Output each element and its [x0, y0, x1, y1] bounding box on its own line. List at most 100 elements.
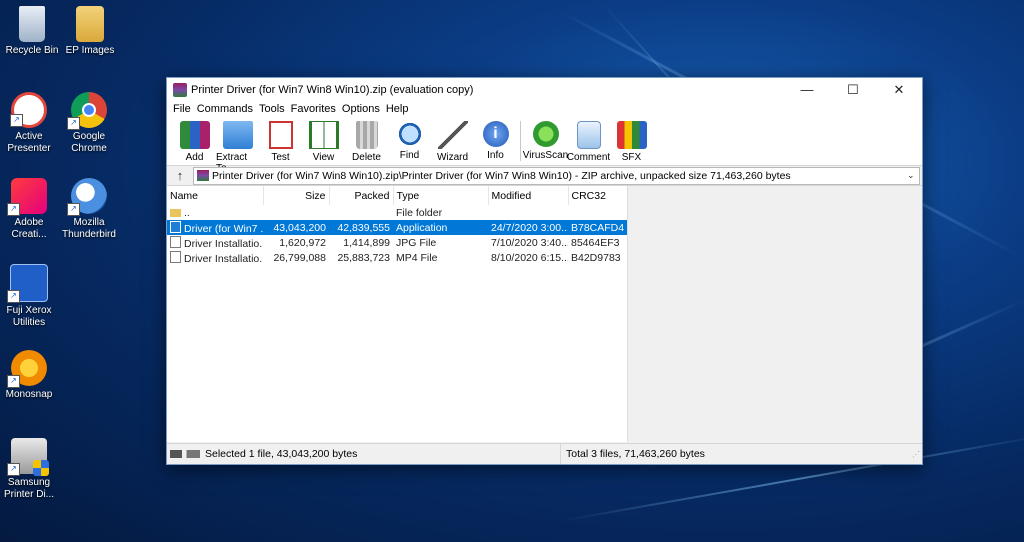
test-checklist-icon [268, 121, 293, 149]
row-size [263, 205, 329, 220]
menu-favorites[interactable]: Favorites [288, 103, 339, 115]
row-crc [568, 205, 627, 220]
desktop-icon-thunderbird[interactable]: ↗ Mozilla Thunderbird [57, 178, 121, 241]
table-row[interactable]: Driver Installatio... 1,620,972 1,414,89… [167, 235, 627, 250]
comment-button[interactable]: Comment [567, 117, 610, 163]
menu-help[interactable]: Help [383, 103, 412, 115]
file-list-area: Name Size Packed Type Modified CRC32 .. … [167, 186, 922, 442]
test-button[interactable]: Test [259, 117, 302, 163]
menu-tools[interactable]: Tools [256, 103, 288, 115]
desktop-icon-label: Active Presenter [7, 131, 51, 154]
path-bar: ↑ Printer Driver (for Win7 Win8 Win10).z… [167, 166, 922, 186]
tool-label: View [312, 152, 335, 163]
extract-to-button[interactable]: Extract To [216, 117, 259, 174]
row-type: JPG File [396, 236, 437, 249]
view-button[interactable]: View [302, 117, 345, 163]
desktop-icon-label: Adobe Creati... [11, 217, 47, 240]
samsung-printer-icon: ↗ [7, 438, 49, 476]
shortcut-arrow-icon: ↗ [7, 203, 20, 216]
row-crc: 85464EF3 [571, 236, 620, 249]
desktop-icon-adobe-cc[interactable]: ↗ Adobe Creati... [0, 178, 61, 241]
find-button[interactable]: Find [388, 117, 431, 161]
row-packed: 25,883,723 [337, 251, 390, 264]
extract-folder-icon [222, 121, 253, 149]
window-title: Printer Driver (for Win7 Win8 Win10).zip… [191, 83, 474, 96]
desktop-icon-label: Monosnap [5, 389, 53, 400]
sfx-button[interactable]: SFX [610, 117, 653, 163]
comment-icon [576, 121, 601, 149]
menu-options[interactable]: Options [339, 103, 383, 115]
column-modified[interactable]: Modified [488, 186, 569, 205]
close-button[interactable]: ✕ [876, 78, 922, 101]
desktop-icon-label: Mozilla Thunderbird [62, 217, 116, 240]
desktop-icon-recycle-bin[interactable]: Recycle Bin [0, 6, 64, 57]
video-file-icon [170, 250, 181, 263]
add-button[interactable]: Add [173, 117, 216, 163]
row-crc: B42D9783 [571, 251, 621, 264]
menu-commands[interactable]: Commands [194, 103, 256, 115]
tool-label: Wizard [436, 152, 469, 163]
tool-label: Add [185, 152, 204, 163]
drive-key-icon[interactable] [170, 450, 200, 458]
row-name: .. [184, 206, 190, 219]
row-type: MP4 File [396, 251, 438, 264]
winrar-app-icon [173, 82, 187, 97]
table-row[interactable]: .. File folder [167, 205, 627, 220]
desktop-icon-label: Recycle Bin [5, 45, 59, 56]
row-type: File folder [396, 206, 443, 219]
desktop-icon-samsung-printer[interactable]: ↗ Samsung Printer Di... [0, 438, 61, 501]
column-header-row: Name Size Packed Type Modified CRC32 [167, 186, 628, 205]
add-archive-icon [179, 121, 210, 149]
status-total: Total 3 files, 71,463,260 bytes [560, 444, 912, 464]
column-size[interactable]: Size [263, 186, 330, 205]
desktop-icon-fuji-xerox[interactable]: ↗ Fuji Xerox Utilities [0, 264, 61, 329]
title-bar[interactable]: Printer Driver (for Win7 Win8 Win10).zip… [167, 78, 922, 101]
menu-file[interactable]: File [170, 103, 194, 115]
row-packed: 42,839,555 [329, 220, 393, 235]
path-field[interactable]: Printer Driver (for Win7 Win8 Win10).zip… [193, 166, 920, 185]
active-presenter-icon: ↗ [10, 92, 47, 128]
tool-label: VirusScan [522, 150, 569, 161]
virusscan-button[interactable]: VirusScan [522, 117, 569, 161]
maximize-button[interactable]: ☐ [830, 78, 876, 101]
row-size: 43,043,200 [263, 220, 329, 235]
adobe-cc-icon: ↗ [7, 178, 47, 216]
minimize-button[interactable]: — [784, 78, 830, 101]
column-name[interactable]: Name [167, 186, 264, 205]
column-crc32[interactable]: CRC32 [568, 186, 628, 205]
delete-button[interactable]: Delete [345, 117, 388, 163]
row-modified: 7/10/2020 3:40... [491, 236, 568, 249]
image-file-icon [170, 235, 181, 248]
monosnap-icon: ↗ [7, 350, 47, 388]
desktop-icon-google-chrome[interactable]: ↗ Google Chrome [57, 92, 121, 155]
folder-icon [76, 6, 104, 42]
shortcut-arrow-icon: ↗ [7, 463, 20, 476]
info-button[interactable]: i Info [474, 117, 517, 161]
file-list[interactable]: Name Size Packed Type Modified CRC32 .. … [167, 186, 628, 442]
winrar-window: Printer Driver (for Win7 Win8 Win10).zip… [166, 77, 923, 465]
chevron-down-icon[interactable]: ⌄ [907, 170, 919, 181]
desktop-icon-active-presenter[interactable]: ↗ Active Presenter [0, 92, 61, 155]
table-row[interactable]: Driver (for Win7 ... 43,043,200 42,839,5… [167, 220, 627, 235]
shortcut-arrow-icon: ↗ [7, 290, 20, 303]
column-type[interactable]: Type [393, 186, 489, 205]
wizard-button[interactable]: Wizard [431, 117, 474, 163]
fuji-xerox-icon: ↗ [7, 264, 48, 303]
desktop-icon-monosnap[interactable]: ↗ Monosnap [0, 350, 61, 401]
tool-label: Info [487, 150, 504, 161]
desktop-icon-ep-images[interactable]: EP Images [58, 6, 122, 57]
up-level-button[interactable]: ↑ [167, 168, 193, 183]
chrome-icon: ↗ [67, 92, 107, 130]
row-type: Application [393, 220, 488, 235]
resize-grip-icon[interactable]: ⋰ [912, 450, 922, 459]
column-packed[interactable]: Packed [329, 186, 394, 205]
path-text: Printer Driver (for Win7 Win8 Win10).zip… [212, 169, 791, 182]
recycle-bin-icon [19, 6, 45, 42]
desktop-icon-label: Google Chrome [71, 131, 107, 154]
tool-label: Comment [566, 152, 611, 163]
tool-label: Find [399, 150, 420, 161]
virus-scan-icon [532, 121, 559, 147]
table-row[interactable]: Driver Installatio... 26,799,088 25,883,… [167, 250, 627, 265]
toolbar: Add Extract To Test View Delete Find Wiz… [167, 117, 922, 174]
toolbar-separator [520, 121, 521, 161]
